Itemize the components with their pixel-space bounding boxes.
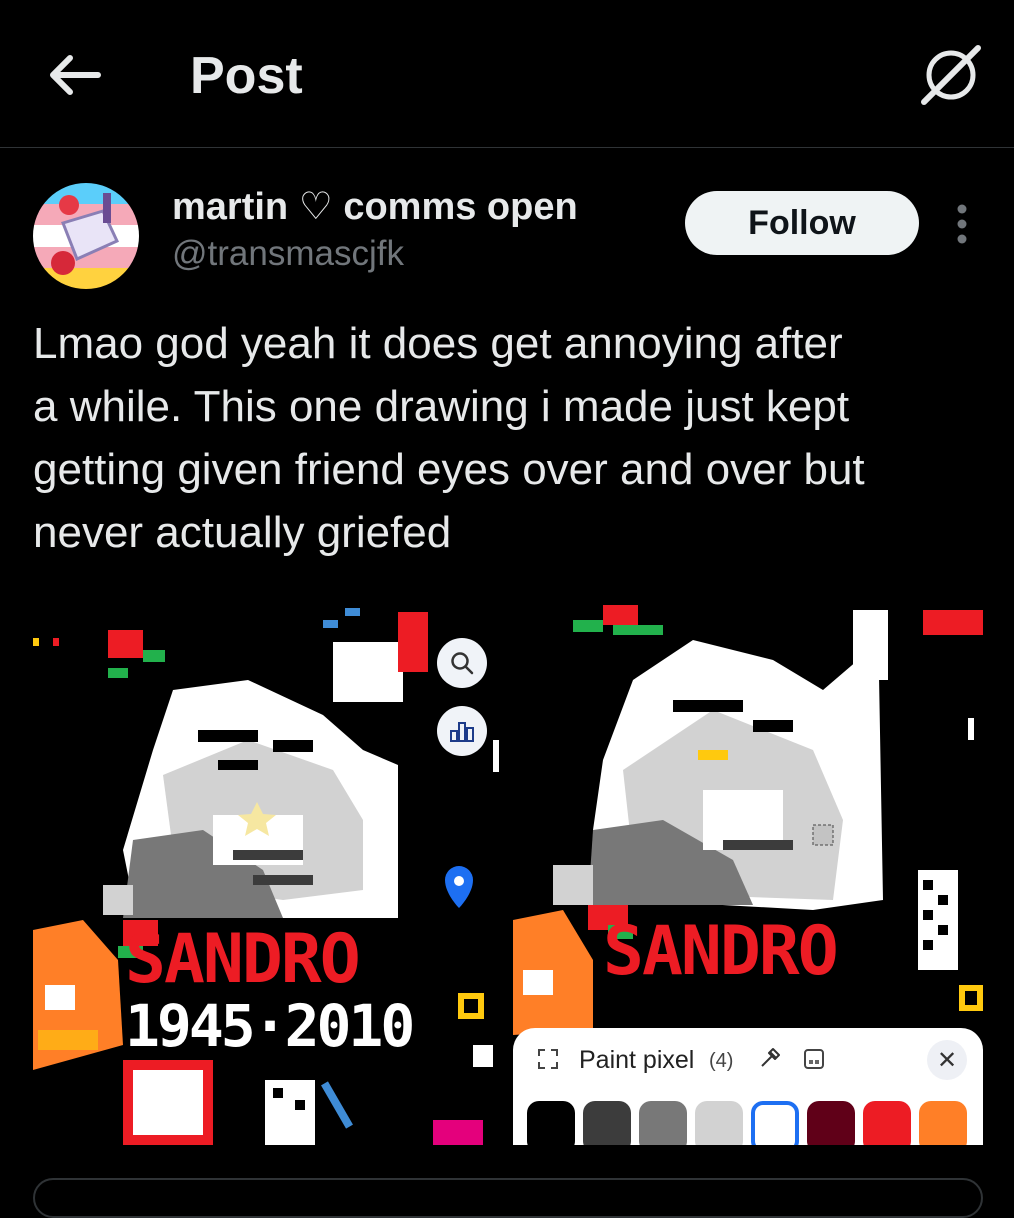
leaderboard-button[interactable] xyxy=(437,706,487,756)
close-icon: ✕ xyxy=(936,1046,958,1074)
banner-text-right: SANDRO xyxy=(603,912,839,991)
grok-icon[interactable] xyxy=(918,42,984,108)
paint-pixel-label: Paint pixel xyxy=(579,1046,695,1074)
swatch-dark-gray[interactable] xyxy=(583,1101,631,1145)
tweet-text: Lmao god yeah it does get annoying after… xyxy=(33,319,865,557)
top-bar: Post xyxy=(0,0,1014,148)
bar-chart-icon xyxy=(450,722,474,742)
zoom-search-button[interactable] xyxy=(437,638,487,688)
transparent-color-icon[interactable] xyxy=(803,1048,825,1070)
reply-bar[interactable] xyxy=(33,1178,983,1218)
years-text-left: 1945·2010 xyxy=(125,992,415,1060)
more-options-icon[interactable] xyxy=(948,200,976,250)
arrow-left-icon[interactable] xyxy=(46,50,102,100)
swatch-black[interactable] xyxy=(527,1101,575,1145)
page-title: Post xyxy=(190,47,303,105)
swatch-dark-red[interactable] xyxy=(807,1101,855,1145)
swatch-white-selected[interactable] xyxy=(751,1101,799,1145)
eyedropper-icon[interactable] xyxy=(758,1046,782,1070)
paint-pixel-count: (4) xyxy=(709,1050,734,1072)
expand-icon[interactable] xyxy=(537,1048,559,1070)
banner-text-left: SANDRO xyxy=(125,920,361,999)
pixel-art-left xyxy=(33,600,508,1145)
swatch-gray[interactable] xyxy=(639,1101,687,1145)
swatch-light-gray[interactable] xyxy=(695,1101,743,1145)
tweet-media[interactable]: SANDRO 1945·2010 SANDRO Paint pixel (4) … xyxy=(33,600,983,1145)
magnifier-icon xyxy=(451,652,474,675)
avatar[interactable] xyxy=(33,183,139,289)
swatch-red[interactable] xyxy=(863,1101,911,1145)
close-button[interactable]: ✕ xyxy=(927,1040,967,1080)
author-handle[interactable]: @transmascjfk xyxy=(172,234,404,274)
follow-button[interactable]: Follow xyxy=(685,191,919,255)
media-image-left[interactable]: SANDRO 1945·2010 xyxy=(33,600,508,1145)
swatch-orange[interactable] xyxy=(919,1101,967,1145)
author-name[interactable]: martin ♡ comms open xyxy=(172,184,578,229)
paint-pixel-panel: Paint pixel (4) ✕ xyxy=(513,1028,983,1145)
